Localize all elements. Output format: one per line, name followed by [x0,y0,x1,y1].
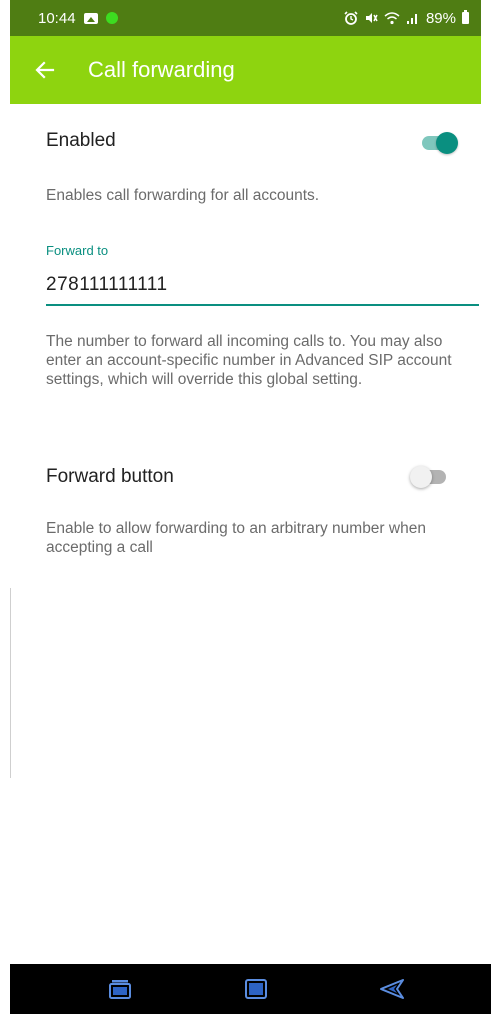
enabled-setting-row[interactable]: Enabled [46,130,476,152]
back-icon[interactable] [377,976,407,1002]
battery-percent: 89% [425,9,456,27]
signal-icon [406,14,417,24]
forward-button-summary: Enable to allow forwarding to an arbitra… [46,520,426,556]
forward-to-summary: The number to forward all incoming calls… [46,333,452,388]
app-bar: Call forwarding [10,36,481,104]
back-arrow-icon[interactable] [30,55,60,85]
navigation-bar [10,964,491,1014]
edge-divider [10,588,11,778]
mute-icon [365,13,378,23]
enabled-summary: Enables call forwarding for all accounts… [46,187,320,204]
enabled-title: Enabled [46,130,116,151]
alarm-icon [344,11,358,25]
phone-screen: 10:44 89% Call forwarding Enabled Enable… [10,0,491,1014]
forward-button-toggle[interactable] [410,462,448,492]
enabled-toggle[interactable] [420,128,458,158]
status-time: 10:44 [38,9,76,27]
status-bar: 10:44 89% [10,0,481,36]
notification-dot-icon [105,12,118,24]
recents-icon[interactable] [105,976,135,1002]
image-icon [83,12,98,24]
toggle-thumb [436,132,458,154]
forward-to-label: Forward to [46,243,109,258]
forward-to-field[interactable] [46,274,479,306]
home-icon[interactable] [241,976,271,1002]
page-title: Call forwarding [88,57,235,82]
wifi-icon [384,12,400,25]
toggle-thumb [410,466,432,488]
battery-icon [462,10,469,24]
